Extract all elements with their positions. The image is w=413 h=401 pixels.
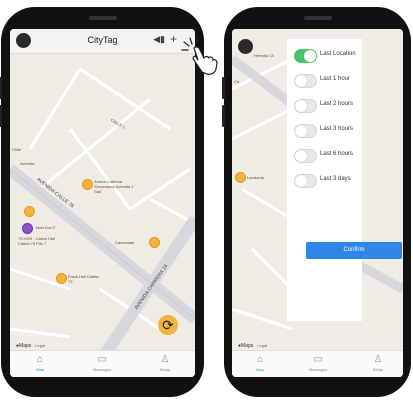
home-icon: ⌂ bbox=[36, 354, 44, 365]
refresh-icon[interactable]: ⟳ bbox=[158, 315, 178, 335]
option-row[interactable]: Last 6 hours bbox=[287, 149, 362, 163]
tab-map[interactable]: ⌂ Map bbox=[240, 354, 280, 372]
option-row[interactable]: Last Location bbox=[287, 49, 362, 63]
map-label-place-5: Fosdi Hall Caleta 73 bbox=[68, 274, 99, 284]
map-attribution: ●Maps Legal bbox=[238, 343, 268, 349]
person-icon: ♙ bbox=[160, 354, 170, 365]
option-row[interactable]: Last 3 hours bbox=[287, 124, 362, 138]
left-screen: CALLE 1 AVENIDA CALLE 78 AVENIDA CARRERA… bbox=[10, 29, 195, 377]
tab-messages[interactable]: ▭ Messages bbox=[82, 354, 122, 372]
map-label-place-2: Jada Dux F bbox=[35, 225, 56, 230]
side-button bbox=[0, 77, 2, 99]
map-label-mid: Lamborta bbox=[247, 175, 264, 180]
tap-gesture-icon bbox=[181, 37, 218, 75]
tab-bar: ⌂ Map ▭ Messages ♙ Setup bbox=[232, 350, 403, 377]
home-icon: ⌂ bbox=[256, 354, 264, 365]
toggle-switch[interactable] bbox=[294, 124, 317, 138]
option-row[interactable]: Last 3 days bbox=[287, 174, 362, 188]
option-label: Last 1 hour bbox=[320, 76, 351, 82]
option-label: Last 3 days bbox=[320, 176, 351, 182]
tab-label: Map bbox=[36, 367, 44, 372]
map-attribution: ●Maps Legal bbox=[16, 343, 46, 349]
map-pin[interactable] bbox=[56, 273, 67, 284]
speaker bbox=[304, 16, 332, 20]
map-label-top: Heredia 13 bbox=[254, 53, 274, 58]
option-label: Last 6 hours bbox=[320, 151, 354, 157]
tab-setup[interactable]: ♙ Setup bbox=[358, 354, 398, 372]
right-phone: Heredia 13 Ca Lamborta 7 ke BLA Last Loc… bbox=[222, 7, 411, 397]
right-screen: Heredia 13 Ca Lamborta 7 ke BLA Last Loc… bbox=[232, 29, 403, 377]
tab-label: Messages bbox=[308, 367, 328, 372]
map-pin[interactable] bbox=[22, 223, 33, 234]
person-icon: ♙ bbox=[373, 354, 383, 365]
tab-map[interactable]: ⌂ Map bbox=[20, 354, 60, 372]
tab-label: Setup bbox=[372, 367, 384, 372]
speaker bbox=[89, 16, 117, 20]
map-label-place-1: Amora Caterina Shovrswork Avenida 1 Stal bbox=[94, 179, 134, 194]
map-label-place-4: Canxxatab bbox=[115, 240, 135, 245]
map-pin[interactable] bbox=[235, 172, 246, 183]
tab-bar: ⌂ Map ▭ Messages ♙ Setup bbox=[10, 350, 195, 377]
map-label-place-3: 73 HDR · Calesi Hall Caleta 73 Pilo 7 bbox=[18, 236, 55, 246]
toggle-switch[interactable] bbox=[294, 74, 317, 88]
toggle-switch[interactable] bbox=[294, 149, 317, 163]
tab-setup[interactable]: ♙ Setup bbox=[145, 354, 185, 372]
option-row[interactable]: Last 1 hour bbox=[287, 74, 362, 88]
add-icon[interactable]: + bbox=[170, 32, 177, 46]
message-icon: ▭ bbox=[313, 354, 323, 365]
left-phone: CALLE 1 AVENIDA CALLE 78 AVENIDA CARRERA… bbox=[0, 7, 204, 397]
toggle-switch[interactable] bbox=[294, 49, 317, 63]
mute-icon[interactable]: ◀▮ bbox=[153, 34, 165, 45]
time-filter-panel: Last Location Last 1 hour Last 2 hours L… bbox=[287, 39, 362, 321]
map-label-loc: Ca bbox=[234, 79, 240, 84]
option-label: Last 3 hours bbox=[320, 126, 354, 132]
map-pin[interactable] bbox=[24, 206, 35, 217]
toggle-switch[interactable] bbox=[294, 99, 317, 113]
map-pin[interactable] bbox=[82, 179, 93, 190]
legal-link[interactable]: Legal bbox=[35, 343, 45, 348]
header-bar: CityTag ◀▮ + bbox=[10, 29, 195, 54]
option-row[interactable]: Last 2 hours bbox=[287, 99, 362, 113]
map-label-place-7: Chile bbox=[12, 147, 22, 152]
side-button bbox=[222, 77, 225, 99]
option-label: Last Location bbox=[320, 51, 356, 57]
message-icon: ▭ bbox=[97, 354, 107, 365]
avatar[interactable] bbox=[238, 39, 253, 54]
map-pin[interactable] bbox=[149, 237, 160, 248]
map-label-place-6: Avenida bbox=[20, 161, 35, 166]
tab-label: Messages bbox=[92, 367, 112, 372]
side-button bbox=[0, 105, 2, 127]
side-button bbox=[222, 105, 225, 127]
tab-messages[interactable]: ▭ Messages bbox=[298, 354, 338, 372]
option-label: Last 2 hours bbox=[320, 101, 354, 107]
tab-label: Map bbox=[256, 367, 264, 372]
legal-link[interactable]: Legal bbox=[257, 343, 267, 348]
toggle-switch[interactable] bbox=[294, 174, 317, 188]
confirm-button[interactable]: Confirm bbox=[306, 242, 402, 259]
tab-label: Setup bbox=[159, 367, 171, 372]
page-title: CityTag bbox=[87, 35, 118, 45]
